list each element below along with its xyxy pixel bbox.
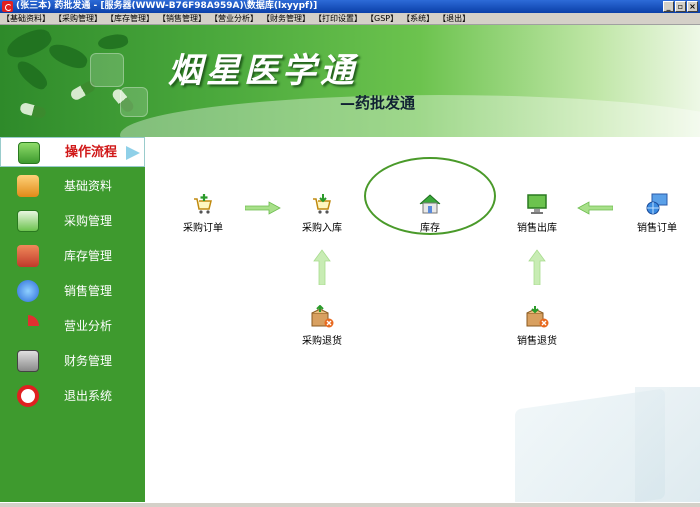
- logo-title: 烟星医学通: [168, 51, 358, 91]
- sidebar-item-label: 财务管理: [64, 354, 113, 368]
- app-icon: [2, 1, 13, 12]
- close-button[interactable]: ×: [687, 1, 698, 12]
- globe-monitor-icon: [645, 192, 669, 216]
- leaf-decoration: [46, 40, 90, 72]
- arrow-left-icon: [577, 201, 613, 215]
- leaf-decoration: [13, 57, 51, 93]
- logo-subtitle: —药批发通: [340, 94, 416, 112]
- menu-print-settings[interactable]: 【打印设置】: [312, 13, 364, 24]
- menu-gsp[interactable]: 【GSP】: [364, 13, 400, 24]
- arrow-up-icon: [528, 249, 546, 285]
- menu-inventory[interactable]: 【库存管理】: [104, 13, 156, 24]
- no-entry-icon: [17, 385, 39, 407]
- menu-exit[interactable]: 【退出】: [436, 13, 472, 24]
- flow-purchase-order[interactable]: 采购订单: [181, 192, 225, 234]
- sidebar-item-purchase[interactable]: 采购管理: [0, 206, 145, 236]
- flow-label: 销售订单: [637, 223, 677, 234]
- calculator-icon: [17, 350, 39, 372]
- cart-in-icon: [310, 192, 334, 216]
- flow-purchase-return[interactable]: 采购退货: [300, 304, 344, 347]
- glass-decoration: [120, 87, 148, 117]
- glass-decoration: [90, 53, 124, 87]
- globe-monitor-icon: [17, 280, 39, 302]
- background-decoration: [635, 387, 700, 502]
- pie-chart-icon: [17, 315, 39, 337]
- sidebar-item-label: 退出系统: [64, 389, 113, 403]
- arrow-up-icon: [313, 249, 331, 285]
- flow-label: 采购退货: [302, 336, 342, 347]
- menu-finance[interactable]: 【财务管理】: [260, 13, 312, 24]
- sidebar-item-label: 操作流程: [65, 145, 118, 160]
- flow-stock[interactable]: 库存: [410, 192, 450, 234]
- sidebar-item-label: 库存管理: [64, 249, 113, 263]
- flow-purchase-in[interactable]: 采购入库: [300, 192, 344, 234]
- sidebar: 操作流程 基础资料 采购管理 库存管理 销售管理 营业分析 财务管理 退出系统: [0, 137, 145, 502]
- sidebar-item-sales[interactable]: 销售管理: [0, 276, 145, 306]
- monitor-users-icon: [18, 142, 40, 164]
- workflow-panel: 采购订单 采购入库 库存 销售出库 销售订单 采购退货 销售退货: [145, 137, 700, 502]
- sidebar-item-basic-data[interactable]: 基础资料: [0, 171, 145, 201]
- sidebar-item-workflow[interactable]: 操作流程: [0, 137, 145, 167]
- menu-system[interactable]: 【系统】: [400, 13, 436, 24]
- window-controls: _ ▫ ×: [663, 1, 698, 12]
- leaf-decoration: [97, 32, 129, 52]
- minimize-button[interactable]: _: [663, 1, 674, 12]
- sidebar-item-label: 销售管理: [64, 284, 113, 298]
- flow-label: 销售退货: [517, 336, 557, 347]
- cart-add-icon: [191, 192, 215, 216]
- window-title: (张三本) 药批发通 - [服务器(WWW-B76F98A959A)\数据库(l…: [16, 1, 318, 11]
- flow-label: 销售出库: [517, 223, 557, 234]
- box-return-icon: [525, 305, 549, 329]
- active-indicator-icon: [126, 146, 140, 160]
- menu-basic-data[interactable]: 【基础资料】: [0, 13, 52, 24]
- house-icon: [17, 245, 39, 267]
- sidebar-item-label: 营业分析: [64, 319, 113, 333]
- menu-analysis[interactable]: 【营业分析】: [208, 13, 260, 24]
- flow-label: 采购入库: [302, 223, 342, 234]
- menu-bar: 【基础资料】 【采购管理】 【库存管理】 【销售管理】 【营业分析】 【财务管理…: [0, 13, 700, 25]
- window-titlebar: (张三本) 药批发通 - [服务器(WWW-B76F98A959A)\数据库(l…: [0, 0, 700, 13]
- sidebar-item-finance[interactable]: 财务管理: [0, 346, 145, 376]
- monitor-icon: [525, 192, 549, 216]
- sidebar-item-inventory[interactable]: 库存管理: [0, 241, 145, 271]
- menu-sales[interactable]: 【销售管理】: [156, 13, 208, 24]
- sidebar-item-analysis[interactable]: 营业分析: [0, 311, 145, 341]
- flow-sales-out[interactable]: 销售出库: [515, 192, 559, 234]
- capsule-decoration: [19, 101, 47, 120]
- arrow-right-icon: [245, 201, 281, 215]
- house-icon: [418, 192, 442, 216]
- flow-sales-return[interactable]: 销售退货: [515, 305, 559, 347]
- sidebar-item-exit[interactable]: 退出系统: [0, 381, 145, 411]
- flow-sales-order[interactable]: 销售订单: [635, 192, 679, 234]
- notebook-icon: [17, 175, 39, 197]
- box-return-icon: [310, 304, 334, 329]
- sidebar-item-label: 采购管理: [64, 214, 113, 228]
- restore-button[interactable]: ▫: [675, 1, 686, 12]
- menu-purchase[interactable]: 【采购管理】: [52, 13, 104, 24]
- spreadsheet-icon: [17, 210, 39, 232]
- leaf-decoration: [3, 25, 55, 64]
- sidebar-item-label: 基础资料: [64, 179, 113, 193]
- window-bottom-border: [0, 502, 700, 507]
- flow-label: 库存: [420, 223, 440, 234]
- header-banner: 烟星医学通 —药批发通: [0, 25, 700, 137]
- flow-label: 采购订单: [183, 223, 223, 234]
